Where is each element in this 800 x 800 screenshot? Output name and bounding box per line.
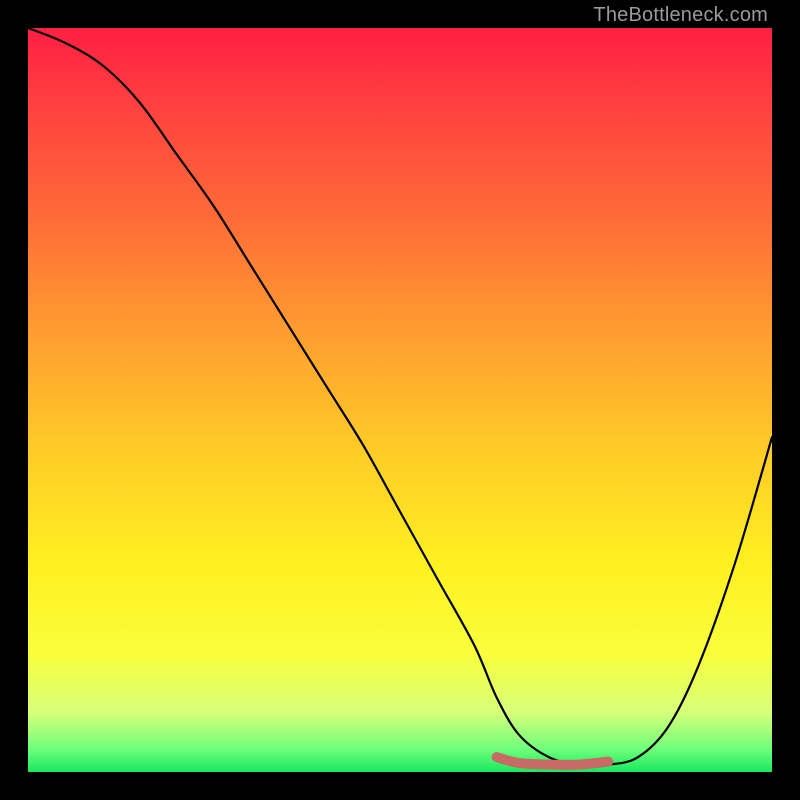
bottleneck-curve-path — [28, 28, 772, 766]
watermark-text: TheBottleneck.com — [593, 4, 768, 27]
chart-frame — [28, 28, 772, 772]
chart-svg — [28, 28, 772, 772]
